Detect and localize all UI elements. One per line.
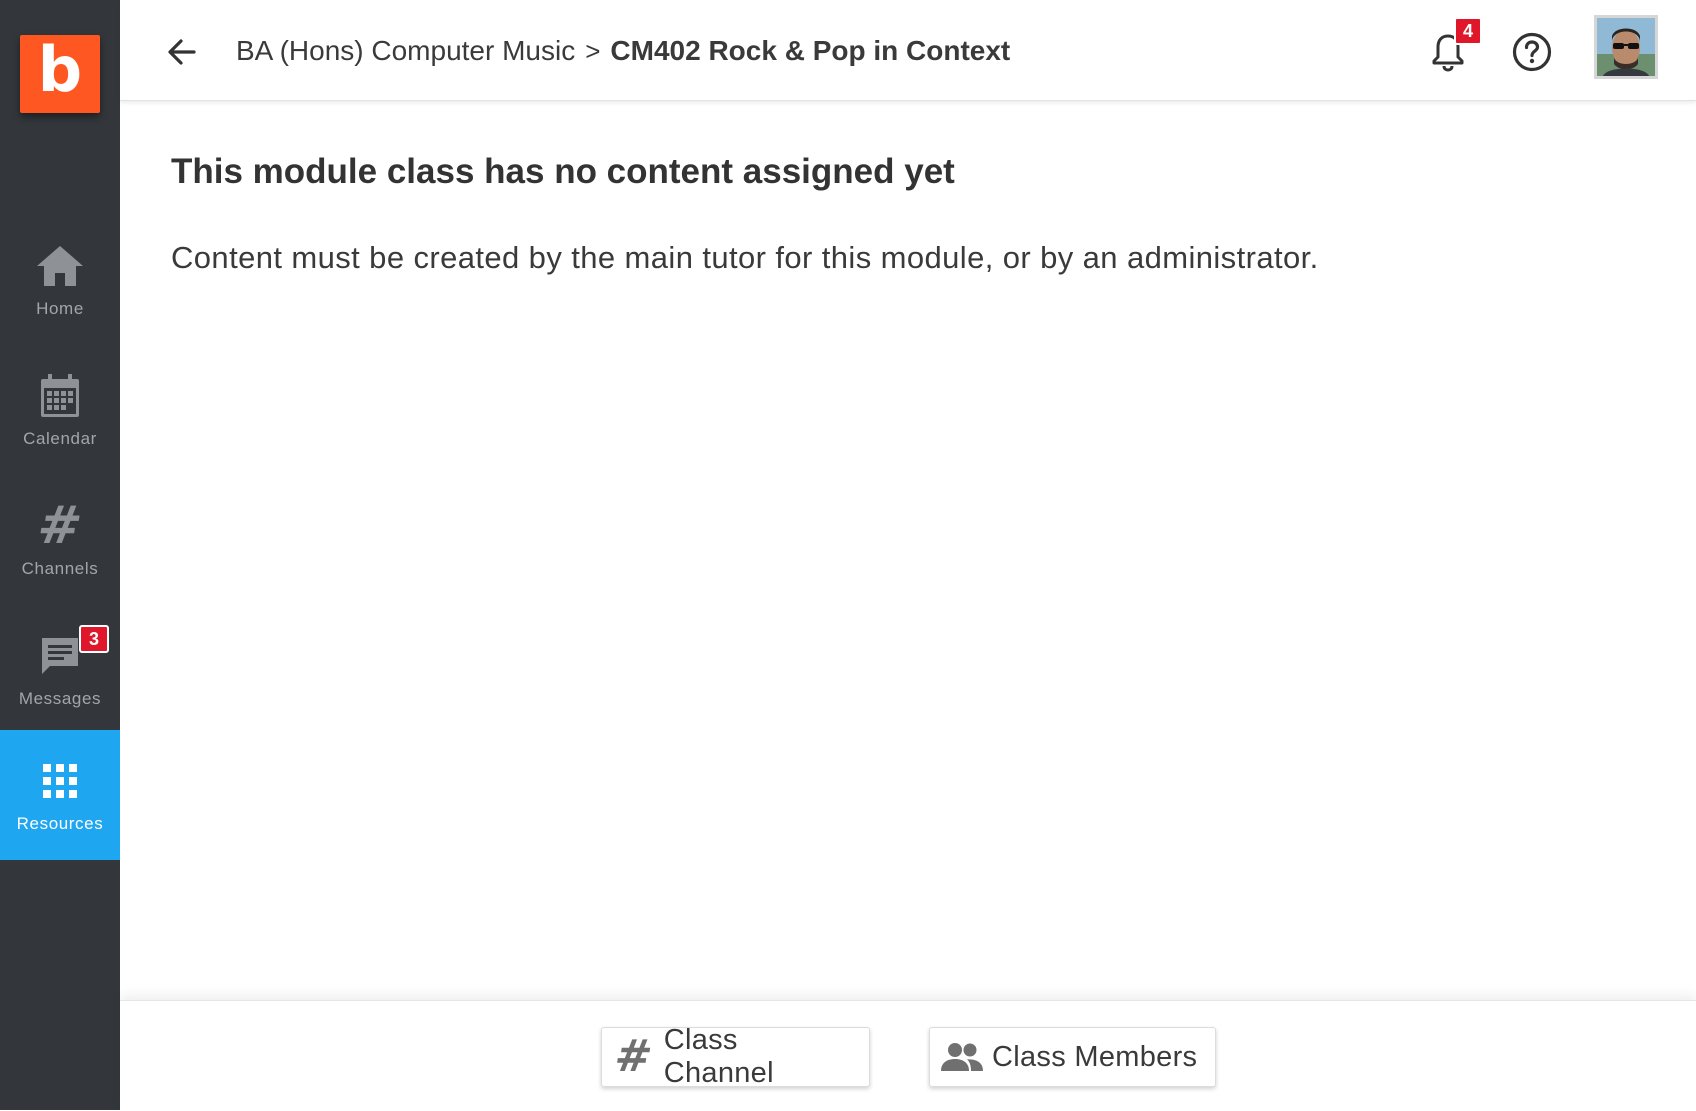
notifications-badge: 4	[1454, 17, 1482, 45]
help-button[interactable]	[1510, 30, 1554, 74]
grid-apps-icon	[35, 756, 85, 806]
top-bar: BA (Hons) Computer Music > CM402 Rock & …	[120, 0, 1696, 101]
class-members-button[interactable]: Class Members	[929, 1027, 1216, 1087]
empty-state-message: Content must be created by the main tuto…	[171, 240, 1319, 275]
breadcrumb-parent[interactable]: BA (Hons) Computer Music	[236, 35, 575, 67]
messages-badge: 3	[79, 625, 109, 653]
message-icon: 3	[35, 625, 109, 681]
people-icon	[940, 1035, 984, 1079]
help-circle-icon	[1512, 32, 1552, 72]
hash-icon: #	[33, 496, 86, 556]
empty-state-title: This module class has no content assigne…	[171, 152, 955, 191]
sidebar-item-label: Messages	[18, 689, 102, 708]
avatar[interactable]	[1594, 15, 1658, 79]
app-logo[interactable]: b	[20, 35, 100, 113]
bottom-bar: # Class Channel Class Members	[120, 1000, 1696, 1111]
sidebar: b Home Calendar # Channels 3 Messages Re…	[0, 0, 120, 1110]
arrow-back-icon	[168, 39, 196, 65]
breadcrumb-separator: >	[585, 35, 601, 66]
sidebar-item-home[interactable]: Home	[0, 215, 120, 345]
hash-icon: #	[611, 1031, 657, 1082]
home-icon	[35, 241, 85, 291]
sidebar-item-label: Home	[36, 299, 84, 318]
page-title: CM402 Rock & Pop in Context	[610, 35, 1011, 66]
user-photo-icon	[1597, 18, 1655, 76]
back-button[interactable]	[164, 34, 200, 70]
class-channel-label: Class Channel	[663, 1024, 774, 1089]
calendar-icon	[35, 371, 85, 421]
sidebar-item-resources[interactable]: Resources	[0, 730, 120, 860]
sidebar-item-label: Channels	[21, 559, 99, 578]
sidebar-item-calendar[interactable]: Calendar	[0, 345, 120, 475]
sidebar-item-label: Calendar	[23, 429, 97, 448]
class-channel-button[interactable]: # Class Channel	[601, 1024, 870, 1089]
breadcrumb: BA (Hons) Computer Music > CM402 Rock & …	[236, 30, 1010, 72]
sidebar-item-messages[interactable]: 3 Messages	[0, 605, 120, 735]
class-members-label: Class Members	[992, 1040, 1198, 1073]
logo-letter: b	[37, 33, 83, 106]
main-content: This module class has no content assigne…	[120, 100, 1696, 1000]
sidebar-item-label: Resources	[16, 814, 104, 833]
sidebar-item-channels[interactable]: # Channels	[0, 475, 120, 605]
